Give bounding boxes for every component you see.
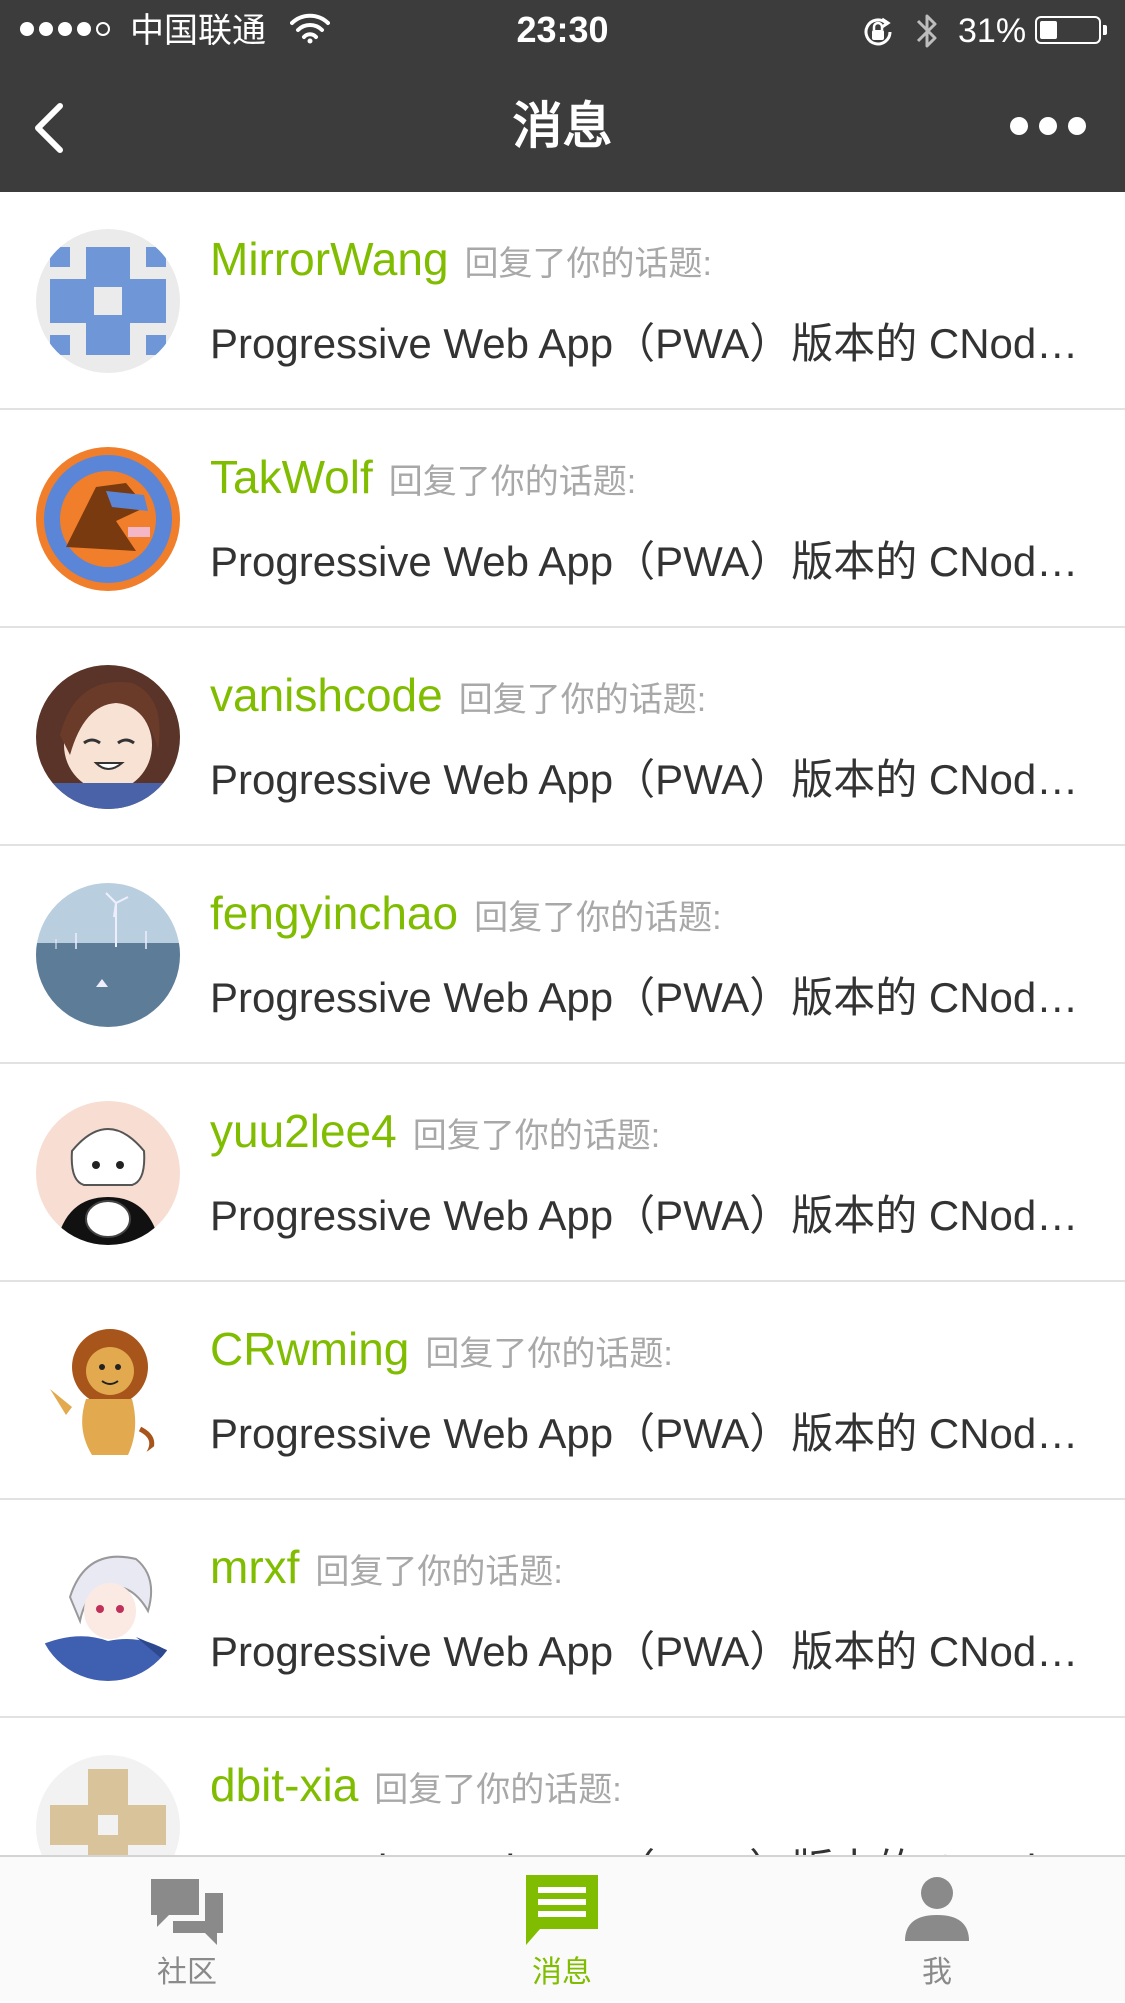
avatar[interactable] [36, 1319, 180, 1463]
username[interactable]: fengyinchao [210, 887, 458, 939]
rotation-lock-icon [860, 14, 896, 55]
avatar[interactable] [36, 229, 180, 373]
topic-title[interactable]: Progressive Web App（PWA）版本的 CNode 社区 [210, 746, 1090, 807]
username[interactable]: CRwming [210, 1323, 409, 1375]
tab-profile[interactable]: 我 [837, 1857, 1037, 2003]
battery-percent: 31% [958, 12, 1027, 50]
topic-title[interactable]: Progressive Web App（PWA）版本的 CNode 社区 [210, 528, 1090, 589]
person-icon [905, 1877, 969, 1941]
reply-action-text: 回复了你的话题: [458, 681, 707, 719]
battery-level [1040, 21, 1057, 39]
reply-action-text: 回复了你的话题: [425, 1335, 673, 1373]
username[interactable]: mrxf [210, 1541, 299, 1593]
reply-action-text: 回复了你的话题: [388, 463, 637, 501]
reply-action-text: 回复了你的话题: [474, 899, 722, 937]
bluetooth-icon [912, 10, 942, 57]
topic-title[interactable]: Progressive Web App（PWA）版本的 CNode 社区 [210, 1182, 1090, 1243]
topic-title[interactable]: Progressive Web App（PWA）版本的 CNode 社区 [210, 1400, 1090, 1461]
more-horizontal-icon [1010, 117, 1028, 135]
list-item[interactable]: CRwming 回复了你的话题: Progressive Web App（PWA）… [0, 1282, 1125, 1500]
status-bar: 中国联通 23:30 31% [0, 0, 1125, 62]
tab-label: 社区 [157, 1956, 217, 1989]
tab-community[interactable]: 社区 [87, 1857, 287, 2003]
list-item[interactable]: yuu2lee4 回复了你的话题: Progressive Web App（PWA… [0, 1064, 1125, 1282]
reply-action-text: 回复了你的话题: [464, 245, 712, 283]
username[interactable]: MirrorWang [210, 233, 449, 285]
more-button[interactable] [1010, 114, 1086, 138]
reply-action-text: 回复了你的话题: [412, 1117, 661, 1155]
message-list[interactable]: MirrorWang 回复了你的话题: Progressive Web App（P… [0, 192, 1125, 1855]
topic-title[interactable]: Progressive Web App（PWA）版本的 CNode 社区 [210, 1618, 1090, 1679]
chat-bubbles-icon [151, 1879, 223, 1945]
tab-label: 消息 [532, 1956, 592, 1989]
page-title: 消息 [512, 98, 613, 154]
battery-icon [1035, 16, 1107, 44]
tab-messages[interactable]: 消息 [462, 1857, 662, 2003]
tab-label: 我 [922, 1956, 952, 1989]
avatar[interactable] [36, 1101, 180, 1245]
message-icon [526, 1875, 598, 1945]
topic-title[interactable]: Progressive Web App（PWA）版本的 CNode 社区 [210, 964, 1090, 1025]
avatar[interactable] [36, 883, 180, 1027]
username[interactable]: vanishcode [210, 669, 443, 721]
avatar[interactable] [36, 1755, 180, 1855]
tab-bar: 社区 消息 我 [0, 1855, 1125, 2001]
topic-title[interactable]: Progressive Web App（PWA）版本的 CNode 社区 [210, 310, 1090, 371]
reply-action-text: 回复了你的话题: [374, 1771, 622, 1809]
topic-title[interactable]: Progressive Web App（PWA）版本的 CNode 社区 [210, 1836, 1090, 1855]
clock: 23:30 [516, 9, 609, 50]
username[interactable]: TakWolf [210, 451, 373, 503]
list-item[interactable]: mrxf 回复了你的话题: Progressive Web App（PWA）版本的… [0, 1500, 1125, 1718]
list-item[interactable]: MirrorWang 回复了你的话题: Progressive Web App（P… [0, 192, 1125, 410]
list-item[interactable]: TakWolf 回复了你的话题: Progressive Web App（PWA）… [0, 410, 1125, 628]
avatar[interactable] [36, 665, 180, 809]
avatar[interactable] [36, 447, 180, 591]
username[interactable]: yuu2lee4 [210, 1105, 397, 1157]
avatar[interactable] [36, 1537, 180, 1681]
list-item[interactable]: dbit-xia 回复了你的话题: Progressive Web App（PWA… [0, 1718, 1125, 1855]
reply-action-text: 回复了你的话题: [315, 1553, 563, 1591]
list-item[interactable]: vanishcode 回复了你的话题: Progressive Web App（P… [0, 628, 1125, 846]
list-item[interactable]: fengyinchao 回复了你的话题: Progressive Web App（… [0, 846, 1125, 1064]
username[interactable]: dbit-xia [210, 1759, 358, 1811]
nav-bar: 消息 [0, 62, 1125, 192]
